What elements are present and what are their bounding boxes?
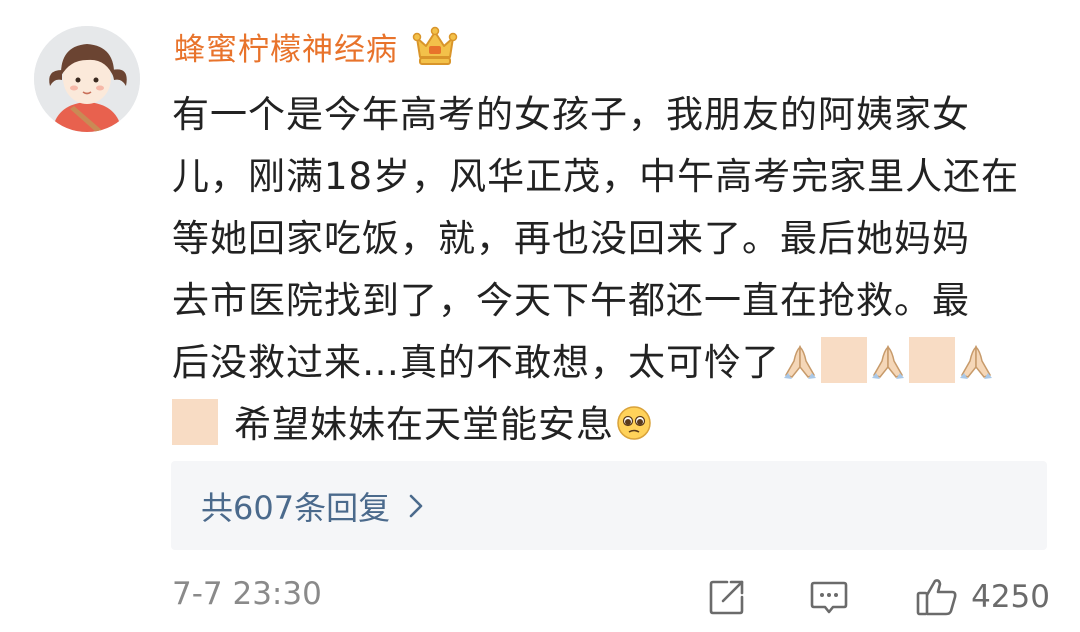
comment-text: 有一个是今年高考的女孩子，我朋友的阿姨家女 儿，刚满18岁，风华正茂，中午高考完…	[172, 84, 1052, 456]
comment-line: 等她回家吃饭，就，再也没回来了。最后她妈妈	[172, 217, 970, 260]
chevron-right-icon	[409, 494, 423, 517]
comment-timestamp: 7-7 23:30	[172, 576, 322, 612]
comment-line: 儿，刚满18岁，风华正茂，中午高考完家里人还在	[172, 155, 1020, 198]
skin-tone-box	[821, 337, 867, 383]
crown-icon[interactable]	[412, 24, 458, 68]
comment-header: 蜂蜜柠檬神经病	[174, 20, 458, 72]
view-replies-link[interactable]: 共607条回复	[201, 483, 424, 529]
skin-tone-box	[172, 399, 218, 445]
comment-line: 去市医院找到了，今天下午都还一直在抢救。最	[172, 279, 970, 322]
comment-icon	[810, 581, 848, 614]
comment-line-text: 希望妹妹在天堂能安息	[234, 403, 614, 446]
pray-hands-icon	[872, 345, 904, 379]
thumbs-up-icon	[916, 579, 957, 616]
comment-line: 有一个是今年高考的女孩子，我朋友的阿姨家女	[172, 93, 970, 136]
username[interactable]: 蜂蜜柠檬神经病	[174, 24, 398, 69]
replies-count-label: 共607条回复	[201, 488, 391, 527]
replies-panel[interactable]: 共607条回复	[171, 461, 1047, 550]
pray-hands-icon	[784, 345, 816, 379]
comment-line-with-emoji: 希望妹妹在天堂能安息	[172, 394, 1052, 456]
like-button[interactable]: 4250	[915, 576, 1050, 618]
like-count: 4250	[971, 579, 1050, 615]
avatar-illustration	[34, 26, 140, 132]
pray-hands-icon	[960, 345, 992, 379]
avatar[interactable]	[34, 26, 140, 132]
skin-tone-box	[909, 337, 955, 383]
action-bar: 4250	[707, 570, 1050, 624]
comment-line-with-emoji: 后没救过来…真的不敢想，太可怜了	[172, 332, 1052, 394]
share-button[interactable]	[707, 577, 747, 617]
pleading-face-icon	[617, 406, 651, 440]
share-icon	[709, 580, 744, 615]
comment-line-text: 后没救过来…真的不敢想，太可怜了	[172, 341, 780, 384]
comment-button[interactable]	[809, 577, 849, 617]
